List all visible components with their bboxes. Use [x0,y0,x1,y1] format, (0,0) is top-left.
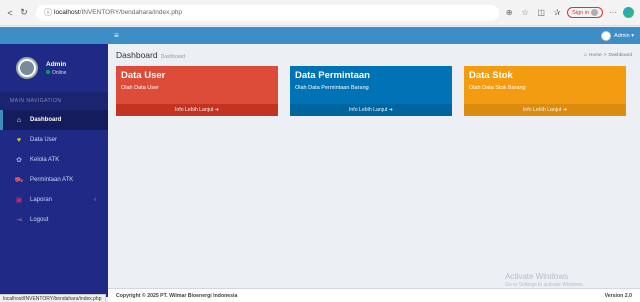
activation-watermark: Activate Windows Go to Settings to activ… [505,272,584,288]
page-title: Dashboard Dashboard [116,50,186,60]
content-header: Dashboard Dashboard ⌂ Home > Dashboard [108,44,640,66]
sidebar-item-permintaan-atk[interactable]: ⛟ Permintaan ATK [0,170,108,190]
info-boxes: Data User Olah Data User Info Lebih Lanj… [108,66,640,116]
url-path: /INVENTORY/bendahara/index.php [79,9,183,16]
box-data-user: Data User Olah Data User Info Lebih Lanj… [116,66,278,116]
version-text: Version 2.0 [604,292,632,299]
admin-label: Admin ▾ [614,32,634,39]
box-subtitle: Olah Data User [121,85,159,91]
address-bar[interactable]: ⓘ localhost/INVENTORY/bendahara/index.ph… [36,4,500,21]
breadcrumb-home[interactable]: Home [589,53,602,58]
zoom-icon[interactable]: ⊕ [503,8,515,17]
browser-toolbar: < ↻ ⓘ localhost/INVENTORY/bendahara/inde… [0,0,640,26]
user-status: Online [46,69,66,76]
breadcrumb-separator: > [603,52,607,58]
sidebar-item-kelola-atk[interactable]: ✿ Kelola ATK [0,150,108,170]
box-subtitle: Olah Data Permintaan Barang [295,85,369,91]
star-icon[interactable]: ☆ [519,8,531,17]
more-icon[interactable]: ··· [607,8,619,17]
sidebar-item-label: Kelola ATK [30,157,60,163]
avatar [16,57,38,79]
url-host: localhost [54,9,80,16]
page-subtitle: Dashboard [160,54,186,60]
sidebar-item-laporan[interactable]: ▣ Laporan ‹ [0,190,108,210]
sidebar-item-label: Laporan [30,197,53,203]
box-more-info-link[interactable]: Info Lebih Lanjut ➜ [290,104,452,116]
box-title: Data User [121,70,166,81]
menu-toggle-icon[interactable]: ≡ [114,31,119,40]
copilot-icon[interactable] [623,7,634,18]
box-more-info-link[interactable]: Info Lebih Lanjut ➜ [464,104,626,116]
sidebar-item-label: Dashboard [30,117,62,123]
profile-icon [591,9,598,16]
box-data-stok: Data Stok Olah Data Stok Barang Info Leb… [464,66,626,116]
back-icon[interactable]: < [4,7,16,19]
status-bar-url: localhost/INVENTORY/bendahara/index.php [0,294,106,302]
box-more-info-link[interactable]: Info Lebih Lanjut ➜ [116,104,278,116]
extensions-icon[interactable]: ◫ [535,8,547,17]
signin-button[interactable]: Sign in [567,7,603,18]
main-footer: Copyright © 2025 PT. Wilmar Bioenergi In… [108,288,640,302]
dashboard-icon: ⌂ [16,116,22,124]
sidebar-item-data-user[interactable]: ♥ Data User [0,130,108,150]
home-icon: ⌂ [584,52,587,58]
box-data-permintaan: Data Permintaan Olah Data Permintaan Bar… [290,66,452,116]
sidebar-item-logout[interactable]: ⇥ Logout [0,210,108,230]
admin-menu[interactable]: Admin ▾ [601,30,634,41]
sidebar-item-dashboard[interactable]: ⌂ Dashboard [0,110,108,130]
top-navbar: ≡ Admin ▾ [108,27,640,44]
settings-icon: ✿ [16,157,22,164]
main-content: Dashboard Dashboard ⌂ Home > Dashboard Da… [108,44,640,288]
nav-header: MAIN NAVIGATION [0,92,108,110]
sidebar: Admin Online MAIN NAVIGATION ⌂ Dashboard… [0,27,108,297]
cart-icon: ⛟ [14,176,24,184]
breadcrumb-current: Dashboard [608,52,632,58]
user-name: Admin [46,60,67,68]
favorites-icon[interactable]: ✰ [551,8,563,17]
info-icon[interactable]: ⓘ [42,7,54,18]
refresh-icon[interactable]: ↻ [18,7,30,19]
sidebar-item-label: Permintaan ATK [30,177,74,183]
user-panel: Admin Online [0,44,108,84]
status-dot-icon [46,69,50,74]
report-icon: ▣ [15,197,23,204]
sidebar-item-label: Logout [30,217,49,223]
box-title: Data Permintaan [295,70,370,81]
box-subtitle: Olah Data Stok Barang [469,85,526,91]
copyright-text: Copyright © 2025 PT. Wilmar Bioenergi In… [116,292,238,299]
admin-avatar [601,30,612,41]
logout-icon: ⇥ [16,217,22,224]
logo-bar [0,27,108,44]
box-title: Data Stok [469,70,513,81]
watermark-title: Activate Windows [505,272,569,281]
chevron-left-icon: ‹ [94,197,96,203]
sidebar-item-label: Data User [30,137,58,143]
signin-label: Sign in [572,9,589,16]
breadcrumb: ⌂ Home > Dashboard [584,53,632,58]
user-icon: ♥ [16,136,22,144]
